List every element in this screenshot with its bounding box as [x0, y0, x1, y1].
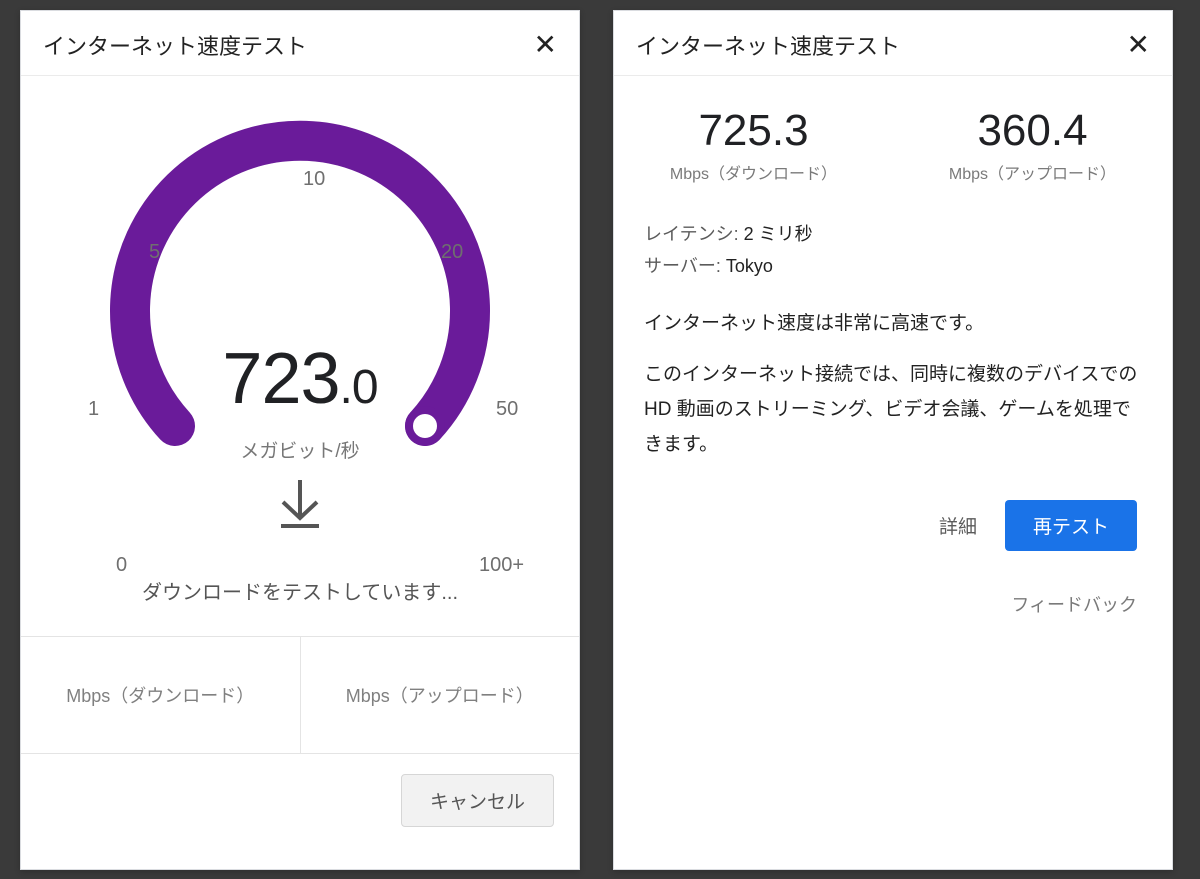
- speed-decimal: .0: [340, 361, 378, 414]
- latency-value: 2 ミリ秒: [744, 224, 813, 244]
- result-metrics-row: 725.3 Mbps（ダウンロード） 360.4 Mbps（アップロード）: [614, 76, 1172, 204]
- test-status-text: ダウンロードをテストしています...: [21, 576, 579, 605]
- server-line: サーバー: Tokyo: [644, 252, 1142, 278]
- gauge-tick-100: 100+: [479, 554, 524, 577]
- upload-result-cell: Mbps（アップロード）: [300, 637, 580, 753]
- retest-button[interactable]: 再テスト: [1005, 500, 1137, 551]
- feedback-link[interactable]: フィードバック: [614, 551, 1172, 617]
- speed-integer: 723: [222, 339, 339, 419]
- gauge-tick-0: 0: [116, 554, 127, 577]
- details-button[interactable]: 詳細: [939, 512, 977, 539]
- download-label: Mbps（ダウンロード）: [614, 160, 893, 184]
- speed-unit-label: メガビット/秒: [21, 436, 579, 463]
- latency-line: レイテンシ: 2 ミリ秒: [644, 220, 1142, 246]
- panel-header: インターネット速度テスト ✕: [614, 11, 1172, 76]
- panel-title: インターネット速度テスト: [43, 29, 307, 61]
- gauge-tick-20: 20: [441, 241, 463, 264]
- server-label: サーバー:: [644, 256, 726, 276]
- verdict-description: このインターネット接続では、同時に複数のデバイスでの HD 動画のストリーミング…: [644, 357, 1142, 462]
- cancel-button[interactable]: キャンセル: [401, 774, 554, 827]
- download-arrow-icon: [21, 476, 579, 541]
- close-icon[interactable]: ✕: [534, 31, 557, 59]
- panel-footer: キャンセル: [21, 754, 579, 847]
- speed-gauge: 0 1 5 10 20 50 100+ 723.0 メガビット/秒 ダウンロード…: [21, 76, 579, 636]
- upload-value: 360.4: [893, 106, 1172, 156]
- download-metric: 725.3 Mbps（ダウンロード）: [614, 106, 893, 184]
- upload-label: Mbps（アップロード）: [893, 160, 1172, 184]
- download-value: 725.3: [614, 106, 893, 156]
- gauge-tick-5: 5: [149, 241, 160, 264]
- gauge-tick-10: 10: [303, 168, 325, 191]
- speedtest-result-panel: インターネット速度テスト ✕ 725.3 Mbps（ダウンロード） 360.4 …: [613, 10, 1173, 870]
- upload-metric: 360.4 Mbps（アップロード）: [893, 106, 1172, 184]
- panel-title: インターネット速度テスト: [636, 29, 900, 61]
- panel-header: インターネット速度テスト ✕: [21, 11, 579, 76]
- server-value: Tokyo: [726, 256, 773, 276]
- close-icon[interactable]: ✕: [1127, 31, 1150, 59]
- results-placeholder-row: Mbps（ダウンロード） Mbps（アップロード）: [21, 636, 579, 754]
- result-details: レイテンシ: 2 ミリ秒 サーバー: Tokyo インターネット速度は非常に高速…: [614, 204, 1172, 462]
- verdict-text: インターネット速度は非常に高速です。: [644, 308, 1142, 335]
- speedtest-running-panel: インターネット速度テスト ✕ 0 1 5 10 20 50 100+ 723.0…: [20, 10, 580, 870]
- result-actions: 詳細 再テスト: [614, 462, 1172, 551]
- current-speed-value: 723.0: [21, 338, 579, 420]
- download-result-cell: Mbps（ダウンロード）: [21, 637, 300, 753]
- latency-label: レイテンシ:: [644, 224, 744, 244]
